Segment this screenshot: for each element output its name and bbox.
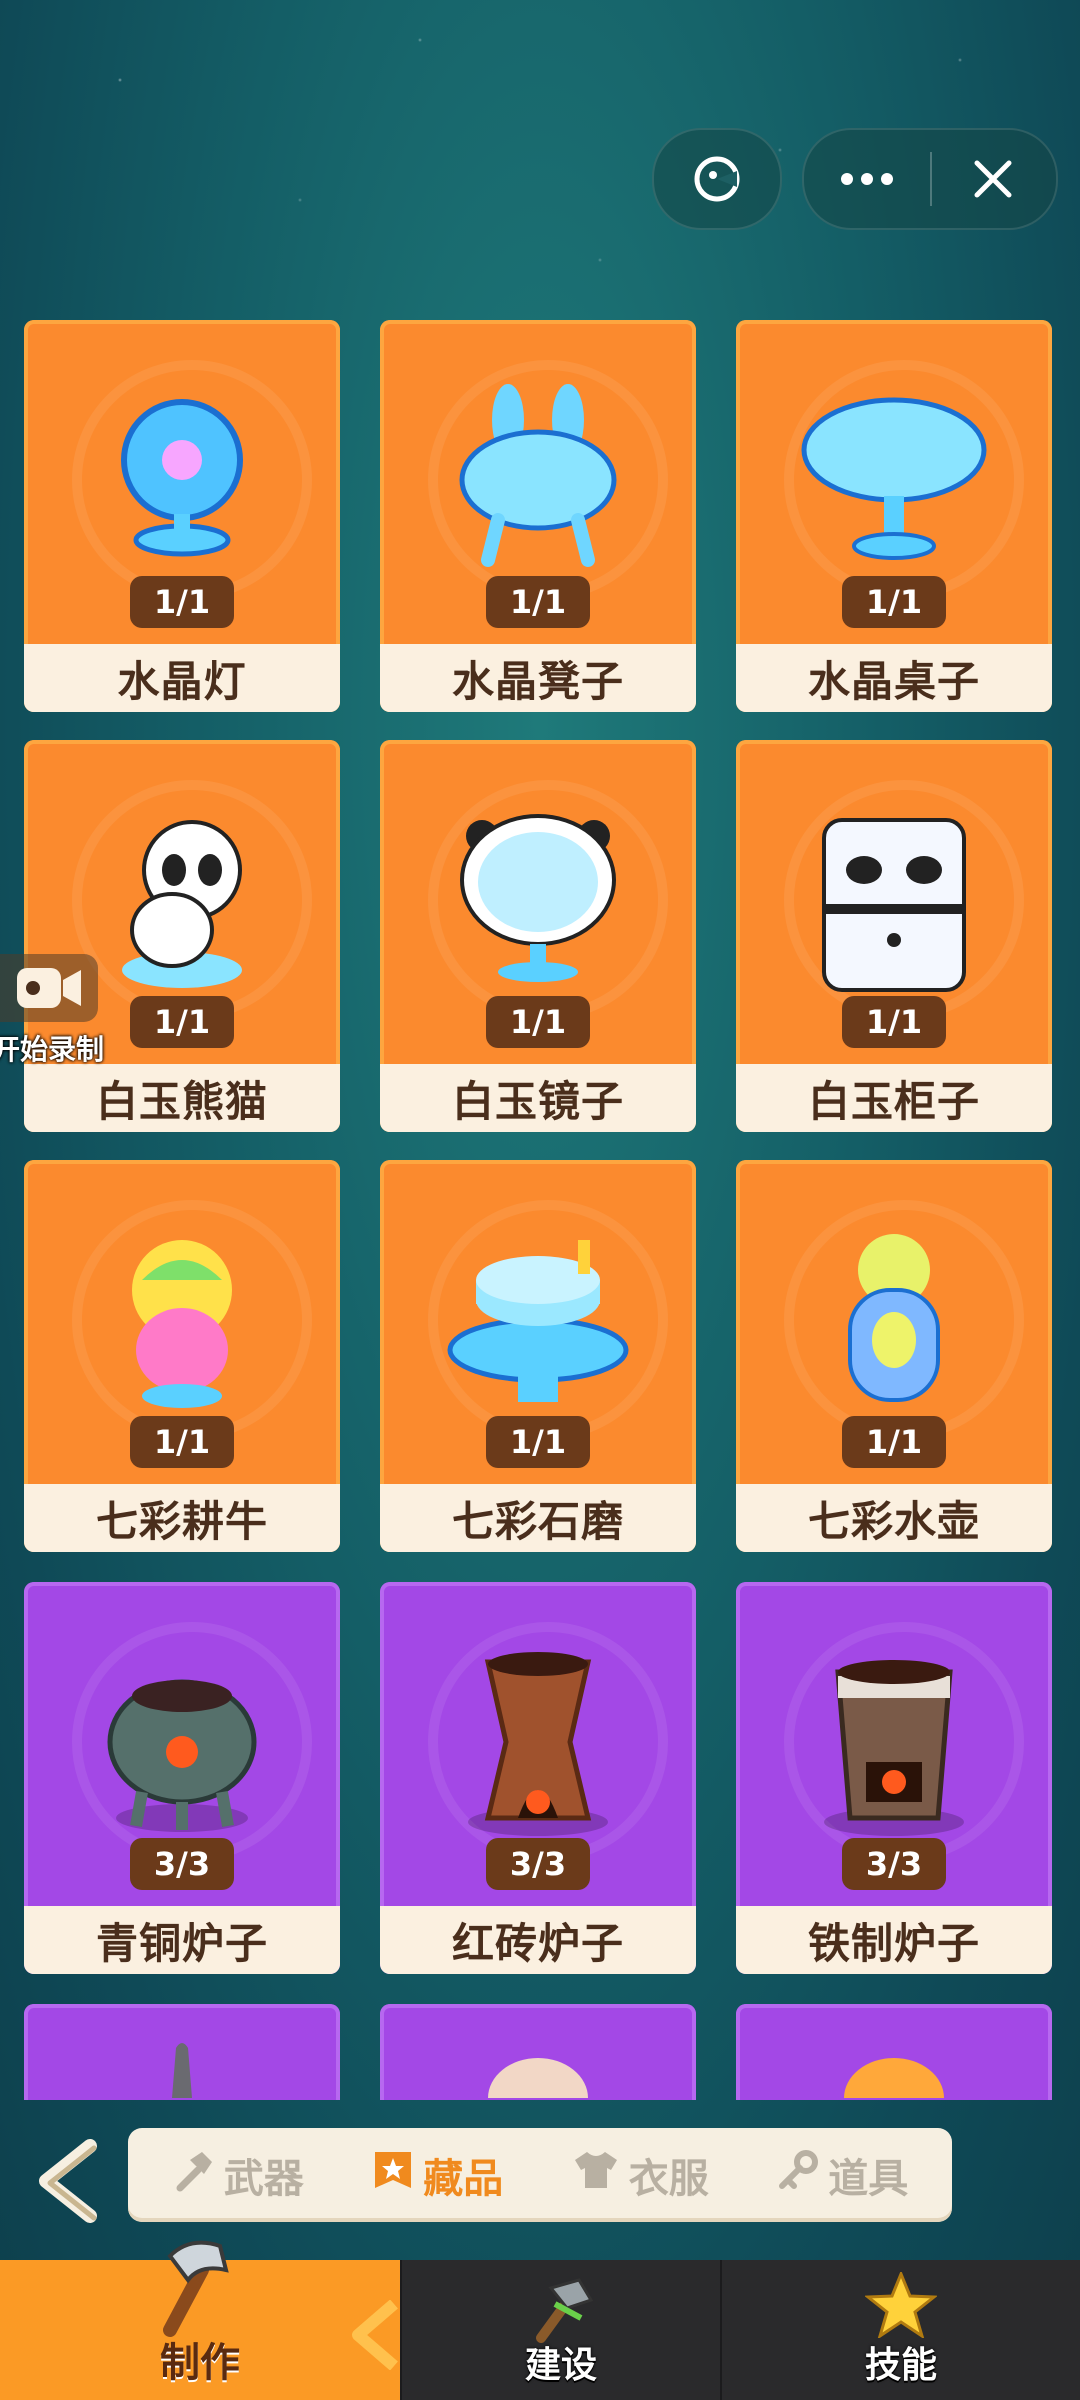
item-card[interactable]: 3/3 青铜炉子: [24, 1582, 340, 1974]
item-name: 铁制炉子: [736, 1906, 1052, 1974]
item-name: 白玉熊猫: [24, 1064, 340, 1132]
tab-weapons-label: 武器: [223, 2156, 304, 2202]
item-count-badge: 1/1: [486, 576, 590, 628]
tab-props-label: 道具: [828, 2156, 909, 2202]
star-badge-icon: [371, 2148, 415, 2202]
item-count-badge: 3/3: [486, 1838, 590, 1890]
mini-program-capsule: [802, 128, 1058, 230]
item-count-badge: 1/1: [130, 576, 234, 628]
more-icon[interactable]: [804, 130, 930, 228]
item-name: 红砖炉子: [380, 1906, 696, 1974]
shirt-icon: [571, 2148, 621, 2202]
nav-make[interactable]: 制作: [0, 2240, 400, 2400]
item-name: 七彩耕牛: [24, 1484, 340, 1552]
item-card[interactable]: [380, 2004, 696, 2100]
start-recording-button[interactable]: 开始录制: [0, 954, 104, 1066]
chevron-left-icon: [352, 2300, 398, 2370]
item-card[interactable]: 1/1 白玉柜子: [736, 740, 1052, 1132]
star-icon: [863, 2270, 939, 2342]
hammer-nav-icon: [140, 2230, 240, 2344]
item-name: 七彩石磨: [380, 1484, 696, 1552]
item-count-badge: 1/1: [130, 996, 234, 1048]
pickaxe-icon: [521, 2274, 601, 2348]
nav-build[interactable]: 建设: [400, 2260, 720, 2400]
tab-clothes[interactable]: 衣服: [571, 2146, 709, 2204]
item-image: [736, 2038, 1052, 2098]
item-name: 七彩水壶: [736, 1484, 1052, 1552]
tab-collectibles-label: 藏品: [423, 2156, 504, 2202]
tab-props[interactable]: 道具: [776, 2146, 908, 2204]
key-icon: [776, 2148, 820, 2202]
tab-clothes-label: 衣服: [628, 2156, 709, 2202]
item-image: [24, 2038, 340, 2098]
item-count-badge: 1/1: [486, 996, 590, 1048]
game-circle-icon[interactable]: [654, 130, 780, 228]
item-count-badge: 1/1: [842, 576, 946, 628]
item-name: 白玉镜子: [380, 1064, 696, 1132]
item-card[interactable]: [736, 2004, 1052, 2100]
item-card[interactable]: 1/1 七彩水壶: [736, 1160, 1052, 1552]
back-arrow-icon[interactable]: [28, 2136, 108, 2226]
item-name: 水晶桌子: [736, 644, 1052, 712]
category-tabs: 武器 藏品 衣服 道具: [128, 2128, 952, 2222]
item-card[interactable]: 1/1 白玉镜子: [380, 740, 696, 1132]
tab-collectibles[interactable]: 藏品: [371, 2146, 503, 2204]
item-name: 青铜炉子: [24, 1906, 340, 1974]
item-count-badge: 1/1: [842, 996, 946, 1048]
collection-grid: 1/1 水晶灯 1/1 水晶凳子 1/1 水晶桌子 1/1 白玉熊猫 1/1 白玉镜子 1/1 白玉柜…: [24, 320, 1056, 2100]
video-camera-icon: [0, 954, 98, 1022]
item-card[interactable]: 3/3 红砖炉子: [380, 1582, 696, 1974]
item-name: 水晶凳子: [380, 644, 696, 712]
item-card[interactable]: 1/1 白玉熊猫: [24, 740, 340, 1132]
item-name: 白玉柜子: [736, 1064, 1052, 1132]
item-card[interactable]: 3/3 铁制炉子: [736, 1582, 1052, 1974]
start-recording-label: 开始录制: [0, 1033, 105, 1066]
item-image: [380, 2038, 696, 2098]
close-icon[interactable]: [930, 130, 1056, 228]
game-circle-capsule[interactable]: [652, 128, 782, 230]
item-count-badge: 3/3: [130, 1838, 234, 1890]
item-name: 水晶灯: [24, 644, 340, 712]
item-card[interactable]: [24, 2004, 340, 2100]
nav-skill-label: 技能: [864, 2345, 937, 2386]
nav-skill[interactable]: 技能: [720, 2260, 1080, 2400]
item-count-badge: 1/1: [486, 1416, 590, 1468]
bottom-nav: 制作 建设 技能: [0, 2240, 1080, 2400]
item-count-badge: 1/1: [130, 1416, 234, 1468]
item-card[interactable]: 1/1 水晶灯: [24, 320, 340, 712]
item-card[interactable]: 1/1 七彩石磨: [380, 1160, 696, 1552]
tab-weapons[interactable]: 武器: [172, 2146, 304, 2204]
item-count-badge: 1/1: [842, 1416, 946, 1468]
item-card[interactable]: 1/1 水晶桌子: [736, 320, 1052, 712]
item-card[interactable]: 1/1 七彩耕牛: [24, 1160, 340, 1552]
item-count-badge: 3/3: [842, 1838, 946, 1890]
hammer-icon: [172, 2148, 216, 2202]
item-card[interactable]: 1/1 水晶凳子: [380, 320, 696, 712]
